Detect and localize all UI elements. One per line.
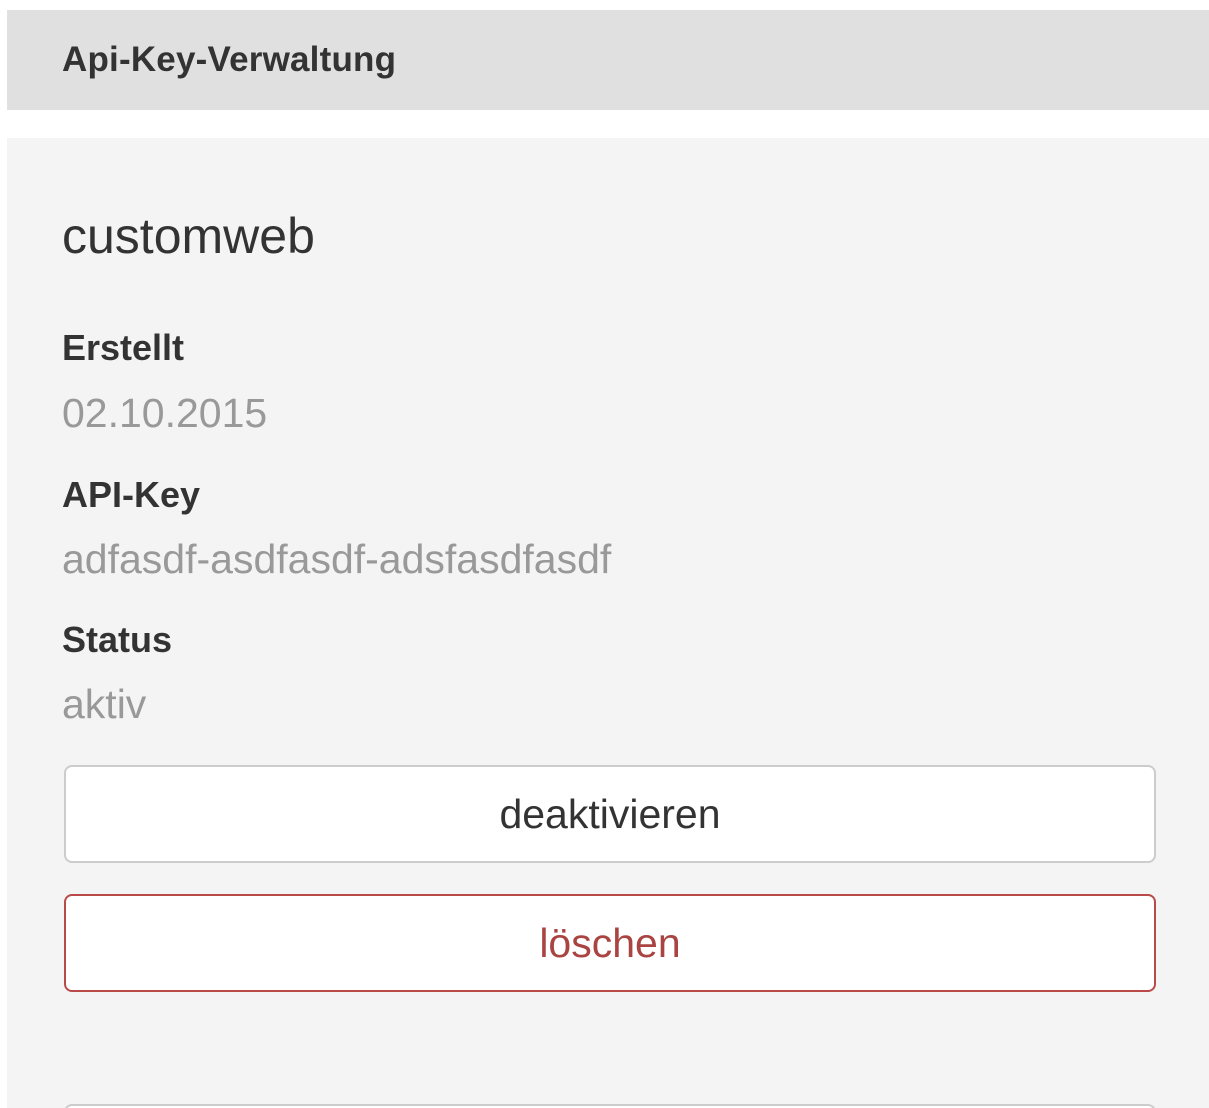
status-label: Status (62, 619, 173, 660)
created-value: 02.10.2015 (62, 390, 268, 436)
created-label: Erstellt (62, 327, 185, 368)
deactivate-button[interactable]: deaktivieren (64, 765, 1156, 863)
api-key-label: API-Key (62, 474, 201, 515)
api-key-card: customweb Erstellt 02.10.2015 API-Key ad… (7, 138, 1209, 1108)
delete-button[interactable]: löschen (64, 894, 1156, 992)
page-title: Api-Key-Verwaltung (62, 40, 397, 79)
next-item-edge (64, 1104, 1156, 1108)
api-key-value: adfasdf-asdfasdf-adsfasdfasdf (62, 536, 612, 582)
status-value: aktiv (62, 681, 147, 727)
panel-header: Api-Key-Verwaltung (7, 10, 1209, 110)
api-key-name: customweb (62, 208, 315, 264)
page: Api-Key-Verwaltung customweb Erstellt 02… (0, 0, 1209, 1108)
